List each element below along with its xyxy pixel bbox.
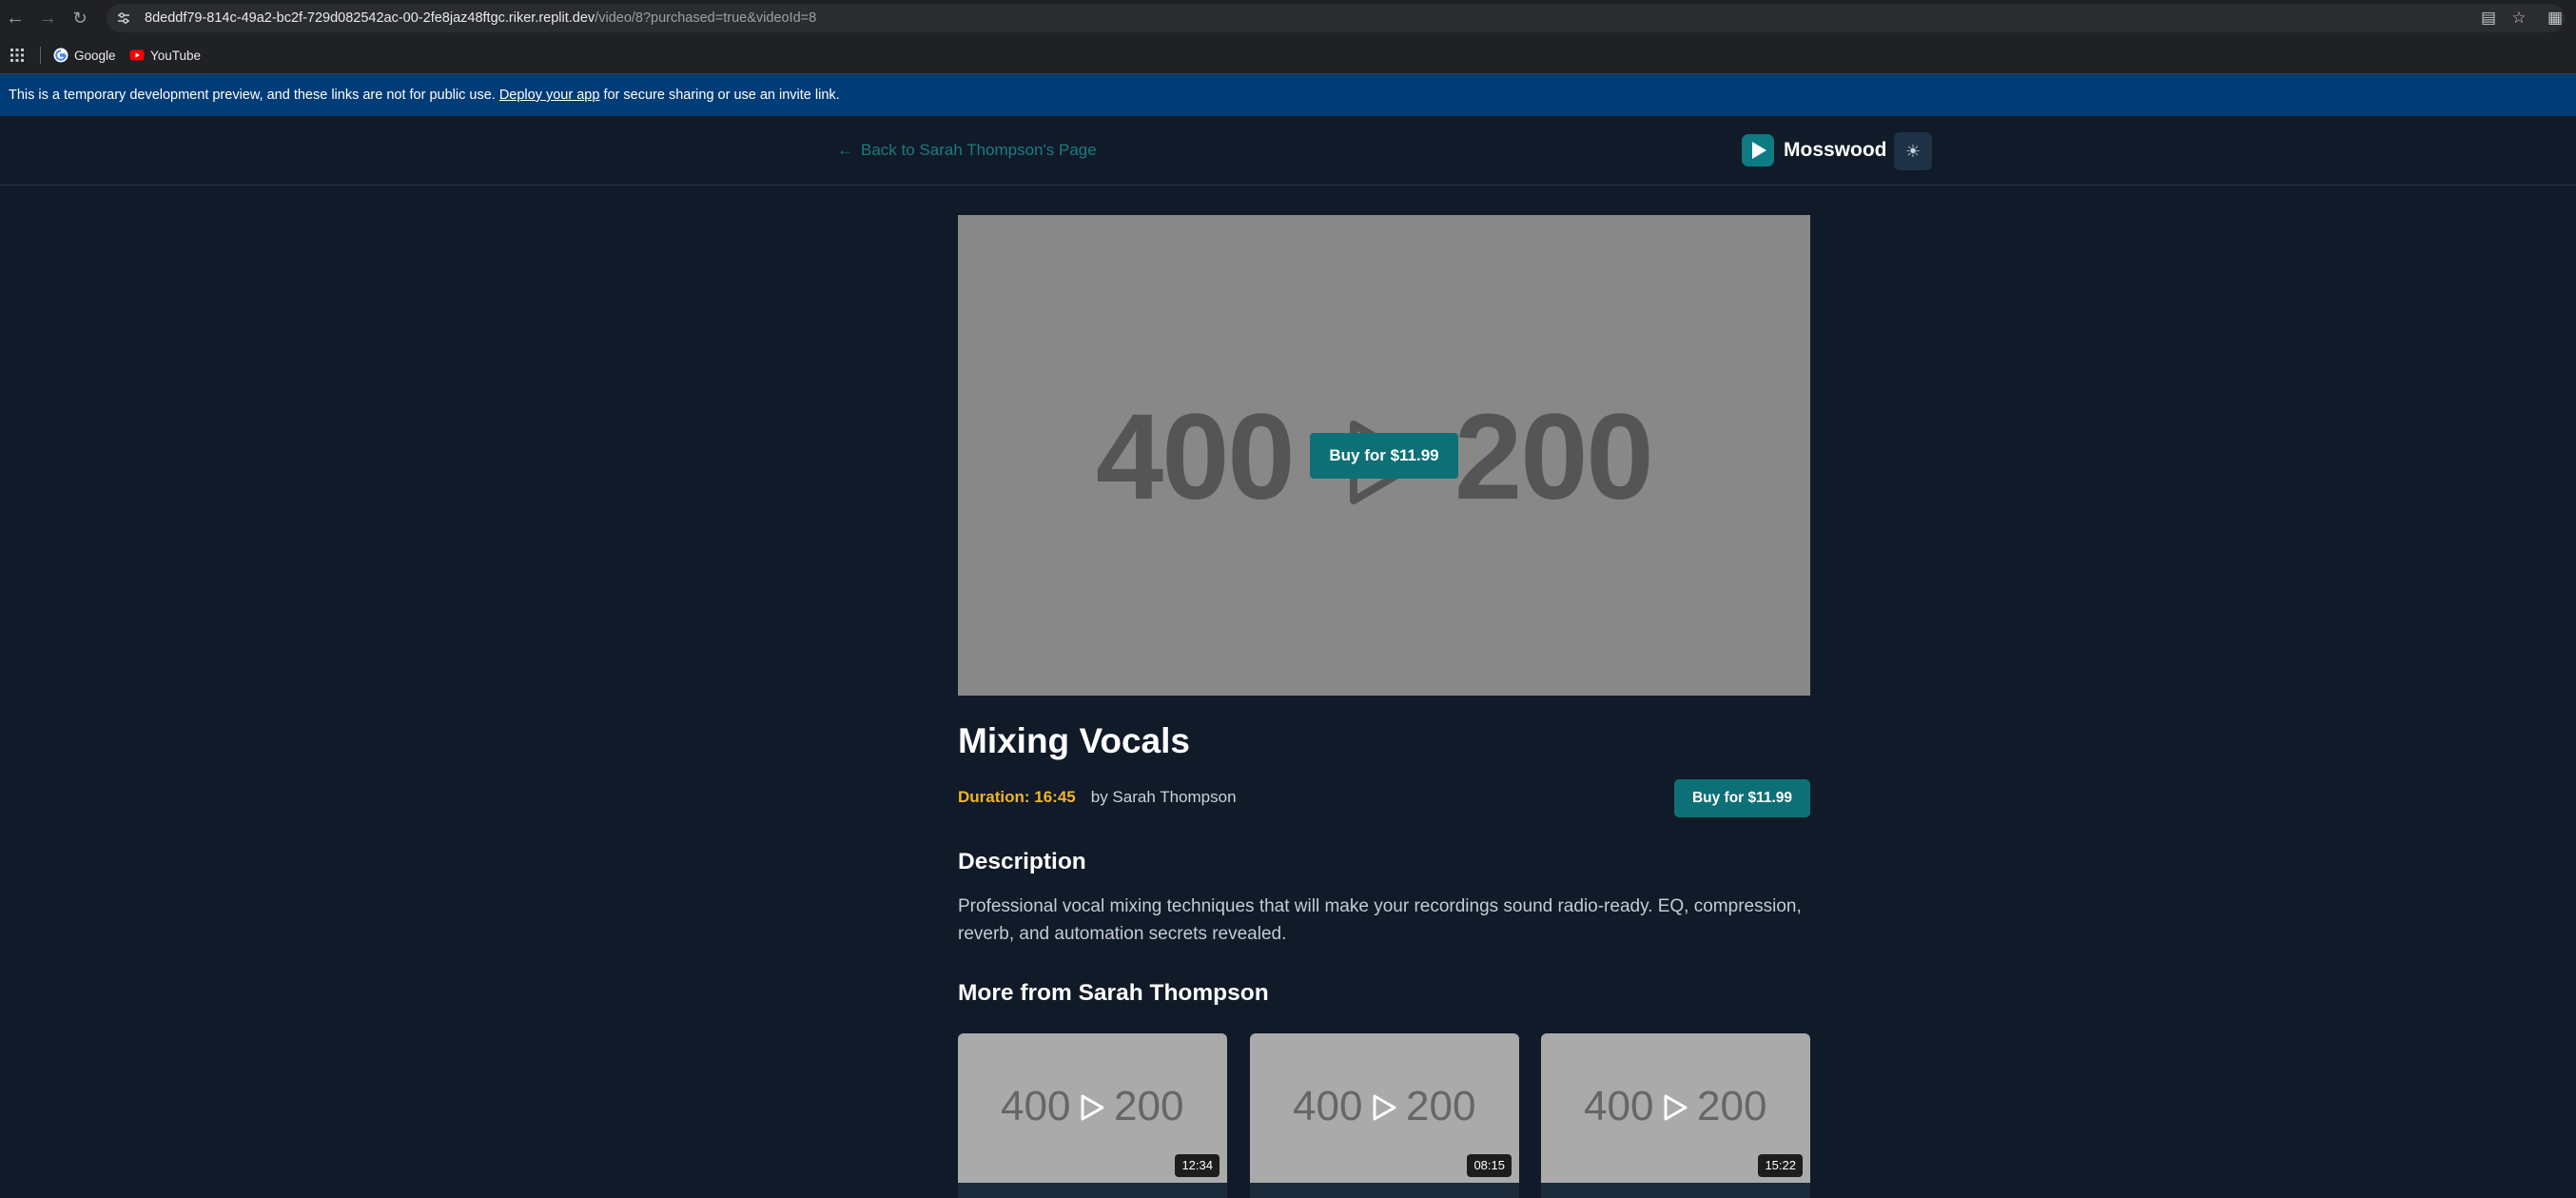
description-heading: Description bbox=[958, 849, 1086, 874]
creator-byline: by Sarah Thompson bbox=[1090, 788, 1237, 806]
play-icon bbox=[1373, 1094, 1396, 1121]
banner-text-after: for secure sharing or use an invite link… bbox=[603, 88, 840, 103]
dev-preview-banner: This is a temporary development preview,… bbox=[0, 74, 2576, 116]
bookmark-label: Google bbox=[74, 48, 116, 63]
browser-toolbar: ← → ↻ 8deddf79-814c-49a2-bc2f-729d082542… bbox=[0, 0, 2576, 36]
url-text: 8deddf79-814c-49a2-bc2f-729d082542ac-00-… bbox=[145, 10, 817, 26]
thumb-height-text: 200 bbox=[1114, 1083, 1184, 1129]
bookmarks-bar: Google YouTube bbox=[0, 36, 2576, 74]
related-video-card[interactable]: 400 200 12:34 bbox=[958, 1033, 1227, 1198]
play-logo-icon bbox=[1742, 134, 1774, 167]
back-arrow-icon[interactable]: ← bbox=[4, 7, 27, 29]
banner-text: This is a temporary development preview,… bbox=[9, 88, 496, 103]
bookmark-star-icon[interactable]: ☆ bbox=[2509, 9, 2528, 28]
play-icon bbox=[1081, 1094, 1104, 1121]
thumb-height-text: 200 bbox=[1406, 1083, 1476, 1129]
video-thumbnail: 400 200 12:34 bbox=[958, 1033, 1227, 1183]
thumb-width-text: 400 bbox=[1001, 1083, 1071, 1129]
video-player[interactable]: 400 200 Buy for $11.99 bbox=[958, 215, 1810, 696]
extensions-icon[interactable]: ▦ bbox=[2546, 9, 2565, 28]
video-thumbnail: 400 200 15:22 bbox=[1541, 1033, 1810, 1183]
bookmark-youtube[interactable]: YouTube bbox=[129, 46, 201, 65]
address-bar[interactable]: 8deddf79-814c-49a2-bc2f-729d082542ac-00-… bbox=[107, 4, 2565, 32]
thumb-width-text: 400 bbox=[1584, 1083, 1654, 1129]
theme-toggle-sun-icon[interactable]: ☀ bbox=[1894, 132, 1932, 170]
related-video-card[interactable]: 400 200 15:22 bbox=[1541, 1033, 1810, 1198]
reload-icon[interactable]: ↻ bbox=[68, 7, 91, 29]
buy-button[interactable]: Buy for $11.99 bbox=[1674, 779, 1810, 817]
forward-arrow-icon[interactable]: → bbox=[36, 7, 59, 29]
brand[interactable]: Mosswood bbox=[1742, 134, 1887, 167]
thumb-width-text: 400 bbox=[1293, 1083, 1363, 1129]
related-heading: More from Sarah Thompson bbox=[958, 980, 1269, 1006]
google-icon bbox=[53, 48, 68, 63]
related-video-card[interactable]: 400 200 08:15 bbox=[1250, 1033, 1519, 1198]
back-link-label: Back to Sarah Thompson's Page bbox=[861, 141, 1097, 159]
video-meta: Duration: 16:45 by Sarah Thompson bbox=[958, 788, 1237, 807]
card-icon[interactable]: ▤ bbox=[2479, 9, 2498, 28]
back-arrow-icon: ← bbox=[837, 141, 853, 159]
apps-grid-icon[interactable] bbox=[10, 48, 25, 63]
play-icon bbox=[1664, 1094, 1688, 1121]
bookmarks-divider bbox=[40, 47, 41, 64]
duration-badge: 15:22 bbox=[1758, 1154, 1803, 1177]
bookmark-label: YouTube bbox=[150, 48, 202, 63]
brand-name: Mosswood bbox=[1784, 139, 1887, 161]
thumb-height-text: 200 bbox=[1697, 1083, 1767, 1129]
duration-badge: 08:15 bbox=[1467, 1154, 1512, 1177]
buy-overlay-button[interactable]: Buy for $11.99 bbox=[1310, 433, 1458, 479]
placeholder-width-text: 400 bbox=[1096, 389, 1296, 525]
youtube-icon bbox=[129, 49, 145, 61]
site-settings-icon[interactable] bbox=[116, 10, 131, 26]
video-thumbnail: 400 200 08:15 bbox=[1250, 1033, 1519, 1183]
video-description: Professional vocal mixing techniques tha… bbox=[958, 896, 1802, 944]
placeholder-height-text: 200 bbox=[1454, 389, 1654, 525]
deploy-link[interactable]: Deploy your app bbox=[499, 88, 600, 103]
back-to-creator-link[interactable]: ← Back to Sarah Thompson's Page bbox=[837, 139, 1097, 162]
app-header: ← Back to Sarah Thompson's Page Mosswood… bbox=[0, 116, 2576, 186]
duration-badge: 12:34 bbox=[1175, 1154, 1220, 1177]
video-title: Mixing Vocals bbox=[958, 721, 1190, 760]
bookmark-google[interactable]: Google bbox=[53, 46, 116, 65]
duration-label: Duration: 16:45 bbox=[958, 788, 1076, 806]
